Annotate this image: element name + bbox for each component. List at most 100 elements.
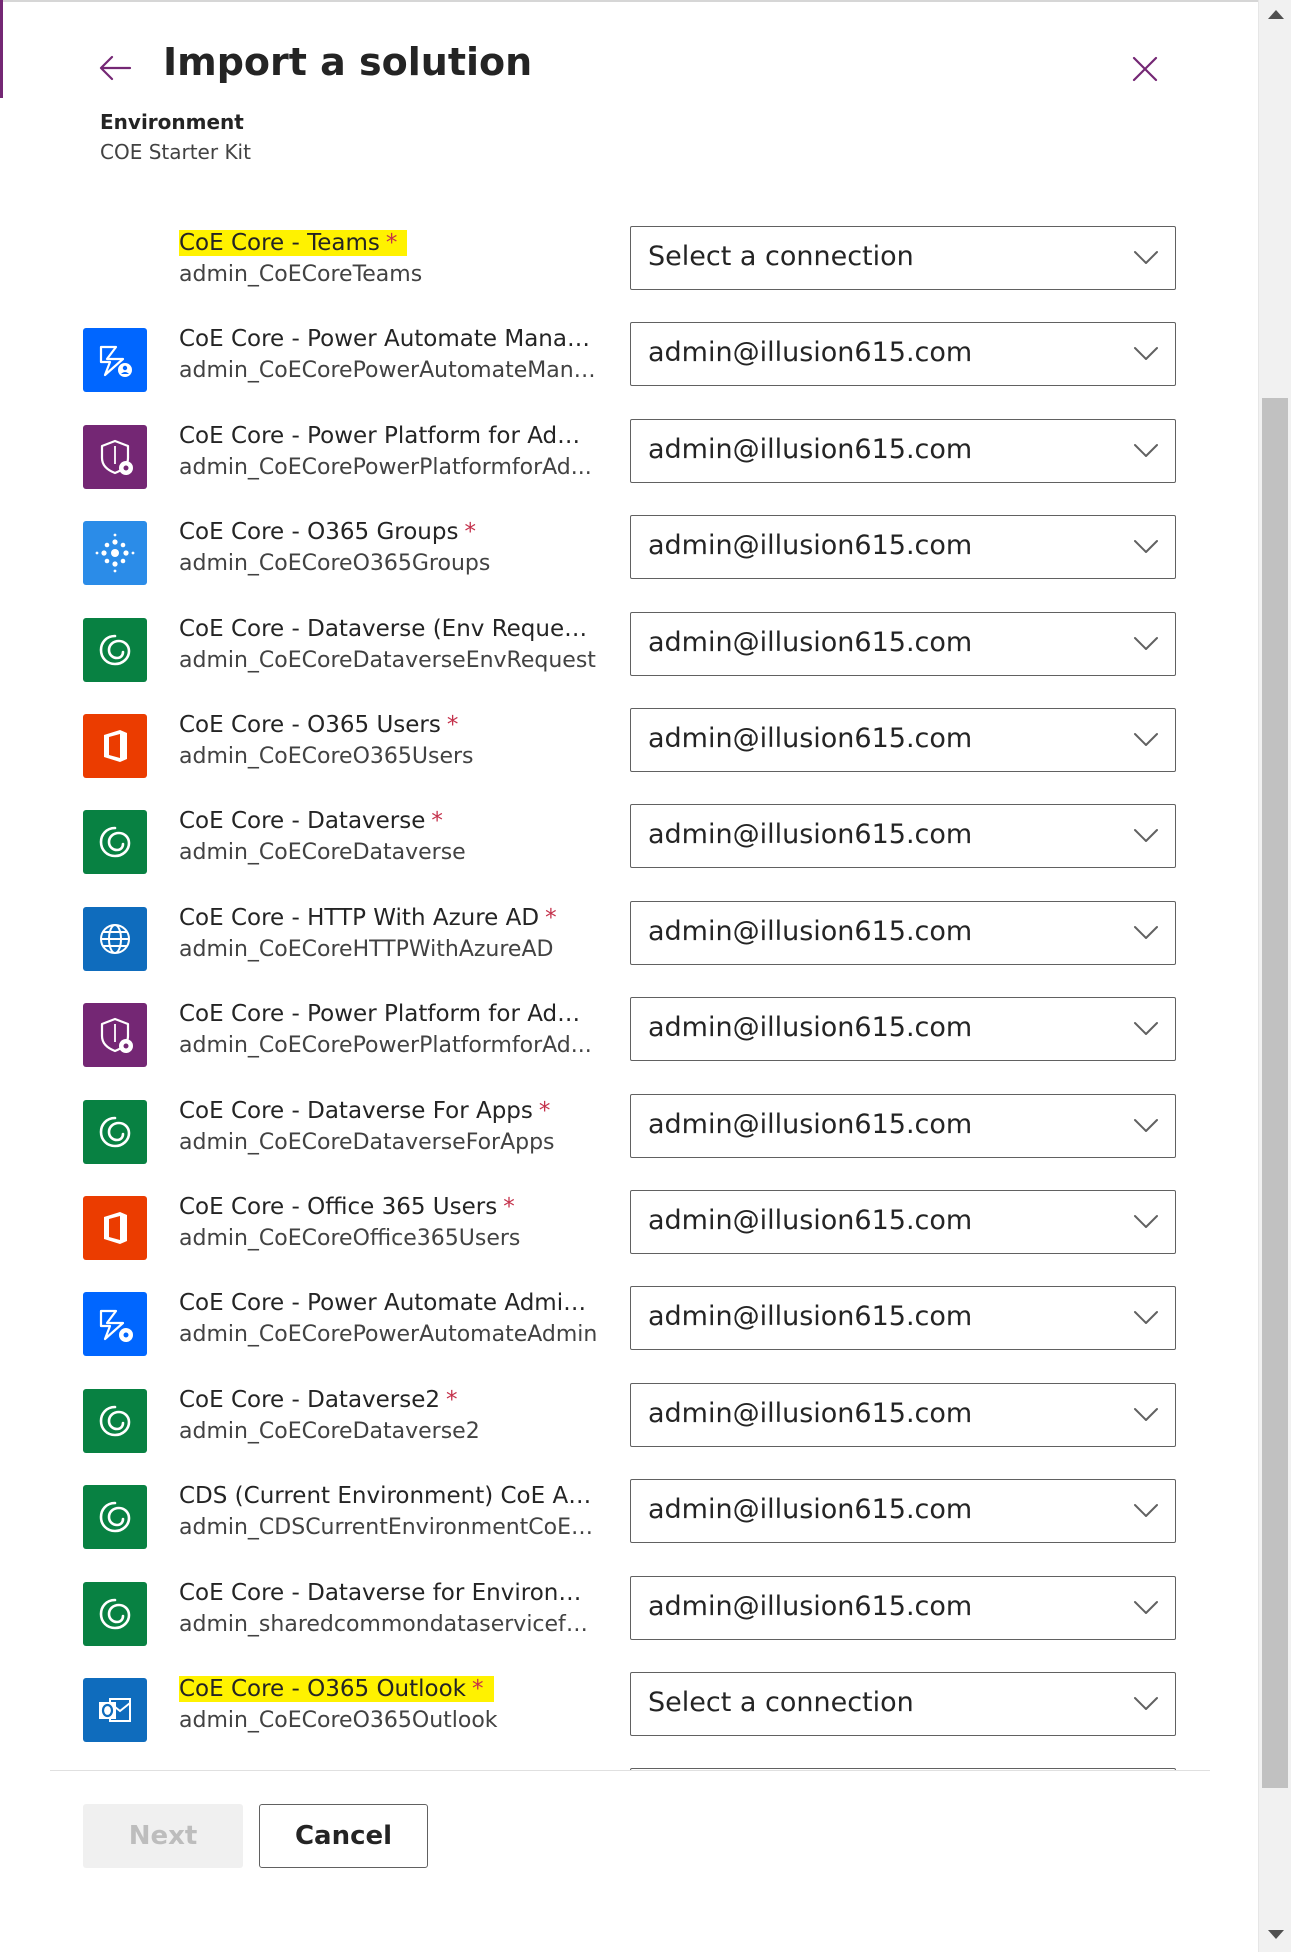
connection-name: CoE Core - Dataverse2 *: [179, 1387, 458, 1413]
connection-schema-name: admin_CoECoreTeams: [179, 262, 423, 287]
connection-row: CoE Core - O365 Groups * admin_CoECoreO365…: [0, 515, 1258, 617]
connection-dropdown-value: admin@illusion615.com: [648, 433, 973, 465]
cancel-button[interactable]: Cancel: [259, 1804, 428, 1868]
globe-icon: [83, 906, 147, 971]
connection-dropdown[interactable]: admin@illusion615.com: [630, 515, 1176, 580]
connection-name: CoE Core - O365 Users *: [179, 712, 458, 738]
required-asterisk: *: [446, 712, 459, 738]
chevron-down-icon: [1133, 1211, 1159, 1231]
connection-schema-name: admin_CoECoreDataverse: [179, 840, 466, 866]
connection-row: CoE Core - Dataverse For Apps * admin_CoEC…: [0, 1093, 1258, 1196]
vertical-scrollbar[interactable]: [1258, 0, 1291, 1952]
connection-dropdown[interactable]: admin@illusion615.com: [630, 708, 1176, 772]
connection-dropdown-value: admin@illusion615.com: [648, 530, 973, 562]
connection-name: CoE Core - Dataverse For Apps *: [179, 1098, 550, 1124]
connection-row: CDS (Current Environment) CoE Aud... admi…: [0, 1479, 1258, 1581]
required-asterisk: *: [503, 1194, 515, 1220]
connection-name-text: CoE Core - Power Automate Admin *...: [179, 1290, 599, 1317]
footer: Next Cancel: [0, 1771, 1258, 1891]
required-asterisk: *: [464, 519, 476, 546]
office-icon: [83, 714, 147, 778]
dataverse-icon: [83, 1099, 147, 1164]
connection-dropdown[interactable]: Select a connection: [630, 1672, 1176, 1736]
connection-dropdown[interactable]: admin@illusion615.com: [630, 804, 1176, 869]
connection-dropdown[interactable]: admin@illusion615.com: [630, 900, 1176, 965]
connection-name-text: CoE Core - Power Platform for Admi...: [179, 1001, 599, 1028]
power-platform-admin-icon: [83, 424, 147, 489]
connection-dropdown[interactable]: admin@illusion615.com: [630, 418, 1176, 483]
chevron-down-icon: [1133, 825, 1159, 845]
connection-schema-name: admin_CoECoreO365Outlook: [179, 1708, 498, 1733]
connection-name-text: CoE Core - Dataverse (Env Request) ...: [179, 615, 599, 642]
highlight-marker: CoE Core - Teams *: [179, 230, 408, 256]
scroll-up-arrow-icon[interactable]: [1268, 10, 1284, 19]
connection-row: CoE Core - Power Automate Manage... admin…: [0, 322, 1258, 424]
power-automate-management-icon: [83, 328, 147, 393]
page-title: Import a solution: [163, 40, 533, 84]
connection-dropdown[interactable]: admin@illusion615.com: [630, 322, 1176, 387]
connection-name-text: CoE Core - Teams: [179, 230, 380, 256]
connection-row: CoE Core - Power Platform for Admi... adm…: [0, 997, 1258, 1099]
connection-dropdown[interactable]: admin@illusion615.com: [630, 1190, 1176, 1254]
connection-dropdown-value: admin@illusion615.com: [648, 337, 973, 369]
connection-dropdown-value: admin@illusion615.com: [648, 723, 973, 754]
connection-dropdown-value: admin@illusion615.com: [648, 1397, 973, 1429]
chevron-down-icon: [1133, 536, 1159, 556]
connection-row: CoE Core - Dataverse for Environme... adm…: [0, 1575, 1258, 1678]
dataverse-icon: [83, 1388, 147, 1453]
outlook-icon: [83, 1678, 147, 1742]
connection-dropdown-value: admin@illusion615.com: [648, 1205, 973, 1236]
chevron-down-icon: [1133, 922, 1159, 942]
environment-value: COE Starter Kit: [100, 140, 251, 164]
close-icon[interactable]: [1126, 50, 1164, 88]
connection-dropdown[interactable]: admin@illusion615.com: [630, 611, 1176, 676]
connection-name-text: CoE Core - Dataverse for Environme...: [179, 1579, 599, 1606]
connection-dropdown[interactable]: admin@illusion615.com: [630, 1575, 1176, 1640]
connection-schema-name: admin_CoECoreDataverse2: [179, 1418, 480, 1444]
scroll-thumb[interactable]: [1262, 398, 1288, 1788]
connection-schema-name: admin_CoECorePowerAutomateAdmin: [179, 1322, 598, 1348]
chevron-down-icon: [1133, 1018, 1159, 1038]
connection-schema-name: admin_CDSCurrentEnvironmentCoEA...: [179, 1515, 599, 1541]
connection-row: CoE Core - Office 365 Users * admin_CoECor…: [0, 1190, 1258, 1292]
connection-name: CoE Core - HTTP With Azure AD *: [179, 905, 557, 931]
connection-schema-name: admin_CoECoreDataverseForApps: [179, 1129, 555, 1155]
connection-dropdown[interactable]: admin@illusion615.com: [630, 1093, 1176, 1158]
connection-dropdown[interactable]: admin@illusion615.com: [630, 1479, 1176, 1544]
environment-label: Environment: [100, 110, 244, 134]
connection-dropdown-value: admin@illusion615.com: [648, 819, 973, 851]
connection-schema-name: admin_CoECoreHTTPWithAzureAD: [179, 936, 554, 962]
connection-schema-name: admin_sharedcommondataservicefor...: [179, 1611, 599, 1637]
connection-name-text: CoE Core - O365 Outlook: [179, 1676, 466, 1702]
connection-name-text: CoE Core - Dataverse: [179, 808, 426, 835]
connection-name: CDS (Current Environment) CoE Aud...: [179, 1483, 599, 1509]
connection-schema-name: admin_CoECorePowerAutomateMana...: [179, 358, 599, 384]
connection-row: CoE Core - Dataverse * admin_CoECoreDatave…: [0, 804, 1258, 906]
next-button[interactable]: Next: [83, 1804, 243, 1868]
connection-dropdown[interactable]: admin@illusion615.com: [630, 997, 1176, 1062]
chevron-down-icon: [1133, 633, 1159, 653]
connection-schema-name: admin_CoECoreO365Groups: [179, 551, 491, 577]
connection-row: CoE Core - O365 Users * admin_CoECoreO365U…: [0, 708, 1258, 810]
connection-row: CoE Core - O365 Outlook * admin_CoECoreO36…: [0, 1672, 1258, 1770]
connection-name: CoE Core - Dataverse (Env Request) ...: [179, 616, 599, 642]
connection-dropdown[interactable]: admin@illusion615.com: [630, 1286, 1176, 1351]
connection-name: CoE Core - Dataverse *: [179, 808, 443, 834]
dataverse-icon: [83, 617, 147, 682]
chevron-down-icon: [1133, 1307, 1159, 1327]
connection-name: CoE Core - O365 Groups *: [179, 519, 476, 545]
connection-name: CoE Core - Power Platform for Admi...: [179, 1001, 599, 1027]
connection-row: CoE Core - Power Automate Admin *... admi…: [0, 1286, 1258, 1388]
connection-dropdown-value: admin@illusion615.com: [648, 1108, 973, 1140]
required-asterisk: *: [538, 1097, 551, 1124]
connection-schema-name: admin_CoECoreO365Users: [179, 744, 474, 769]
connection-name-text: CoE Core - O365 Users: [179, 712, 441, 738]
connection-schema-name: admin_CoECoreDataverseEnvRequest: [179, 647, 596, 673]
office-icon: [83, 1196, 147, 1260]
connection-name-text: CoE Core - Power Automate Manage...: [179, 326, 599, 353]
connection-dropdown[interactable]: admin@illusion615.com: [630, 1382, 1176, 1447]
connection-dropdown[interactable]: Select a connection: [630, 226, 1176, 290]
connection-name-text: CoE Core - O365 Groups: [179, 519, 459, 546]
back-arrow-icon[interactable]: [96, 48, 136, 88]
scroll-down-arrow-icon[interactable]: [1268, 1930, 1284, 1939]
